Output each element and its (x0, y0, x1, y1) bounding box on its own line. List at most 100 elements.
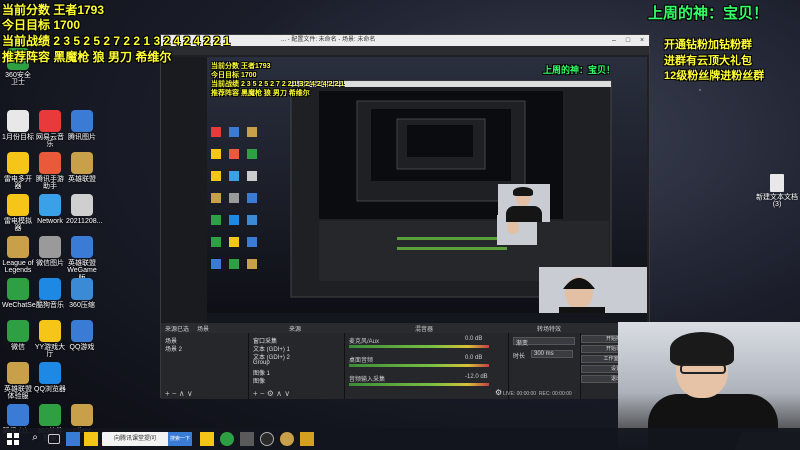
desktop-icon-label: 腾讯手游助手 (36, 176, 64, 191)
no-source-label: 来源已选 (165, 327, 190, 333)
app-icon (7, 110, 29, 132)
overlay-promo-1: 开通钻粉加钻粉群 (664, 39, 752, 51)
app-icon (71, 278, 93, 300)
desktop-icon[interactable]: 腾讯图片 (66, 110, 98, 141)
source-item[interactable]: 图像 (253, 376, 265, 385)
app-icon (39, 152, 61, 174)
minimize-icon[interactable]: – (607, 35, 621, 46)
desktop-icon[interactable]: 1月份目标 (2, 110, 34, 141)
app-icon (7, 152, 29, 174)
app-icon (71, 404, 93, 426)
app-icon (71, 110, 93, 132)
app-icon[interactable] (240, 432, 254, 446)
mixer-db: -12.0 dB (465, 374, 488, 380)
mixer-meter (349, 383, 489, 386)
desktop-icon-label: 酷狗音乐 (36, 302, 64, 309)
overlay-god: 上周的神：宝贝！ (648, 4, 769, 22)
duration-input[interactable]: 300 ms (531, 350, 573, 358)
mixer-track-label: 音频输入采集 (349, 377, 386, 383)
close-icon[interactable]: × (635, 35, 649, 46)
desktop-icon[interactable]: Network (34, 194, 66, 225)
mixer-db: 0.0 dB (465, 336, 483, 342)
desktop-icon[interactable]: 360压缩 (66, 278, 98, 309)
search-icon[interactable]: ⌕ (28, 432, 42, 446)
desktop-icon[interactable]: League of Legends (2, 236, 34, 275)
wechat-icon[interactable] (220, 432, 234, 446)
desktop-icon[interactable]: 英雄联盟WeGame版 (66, 236, 98, 282)
desktop-icon-label: 雷电多开器 (4, 176, 32, 191)
preview-god: 上周的神：宝贝！ (543, 65, 616, 75)
desktop-icon[interactable]: 微信图片 (34, 236, 66, 267)
app-icon (39, 404, 61, 426)
obs-title: ... - 配置文件: 未命名 - 场景: 未命名 (281, 37, 376, 43)
sources-dock: 窗口采集 文本 (GDI+) 1 文本 (GDI+) 2 Group 图像 1 … (249, 333, 345, 399)
transitions-dock: 渐变 时长 300 ms (509, 333, 581, 399)
sources-title: 来源 (289, 327, 302, 333)
obs-icon[interactable] (260, 432, 274, 446)
desktop-icon[interactable]: 20211208... (66, 194, 103, 225)
desktop-icon-label: 英雄联盟 (68, 176, 96, 183)
desktop-icon-new-text[interactable]: 新建文本文档 (3) (754, 174, 800, 209)
search-input[interactable]: 向腾讯课堂提问 搜索一下 (102, 432, 192, 446)
mixer-title: 混音器 (415, 327, 434, 333)
transition-select[interactable]: 渐变 (513, 337, 575, 347)
desktop-icon[interactable]: 英雄联盟 (66, 152, 98, 183)
desktop-icon[interactable]: 网易云音乐 (34, 110, 66, 149)
mixer-track-label: 麦克风/Aux (349, 339, 380, 345)
maximize-icon[interactable]: □ (621, 35, 635, 46)
scene-controls[interactable]: + − ∧ ∨ (165, 389, 193, 398)
overlay-target: 今日目标 1700 (2, 18, 81, 32)
edge-icon[interactable] (66, 432, 80, 446)
desktop-icon-label: 360安全卫士 (5, 72, 31, 87)
source-controls[interactable]: + − ⚙ ∧ ∨ (253, 389, 290, 398)
desktop-icon-label: 网易云音乐 (36, 134, 64, 149)
desktop-icon-label: 英雄联盟体验服 (4, 386, 32, 401)
desktop-icon-label: QQ游戏 (69, 344, 95, 351)
explorer-icon[interactable] (84, 432, 98, 446)
desktop-icon[interactable]: QQ游戏 (66, 320, 98, 351)
duration-label: 时长 (513, 354, 526, 360)
app-icon (7, 194, 29, 216)
desktop-icon-label: 微信图片 (36, 260, 64, 267)
desktop-icon[interactable]: 雷电多开器 (2, 152, 34, 191)
app-icon (71, 236, 93, 258)
app-icon (71, 152, 93, 174)
desktop-icon[interactable]: 英雄联盟体验服 (2, 362, 34, 401)
desktop-icon[interactable]: 雷电模拟器 (2, 194, 34, 233)
app-icon (7, 236, 29, 258)
scene-item[interactable]: 场景 2 (165, 344, 182, 353)
app-icon (7, 320, 29, 342)
search-button[interactable]: 搜索一下 (168, 432, 192, 446)
obs-preview[interactable]: 当前分数 王者1793 今日目标 1700 当前战绩 2 3 5 2 5 2 7… (207, 57, 647, 325)
scenes-dock: 场景 场景 2 + − ∧ ∨ (161, 333, 249, 399)
preview-recommend: 推荐阵容 黑魔枪 狼 男刀 希维尔 (211, 90, 310, 97)
desktop-icon[interactable]: 微信 (2, 320, 34, 351)
overlay-promo-3: 12级粉丝牌进粉丝群 (664, 70, 765, 82)
start-icon[interactable] (6, 432, 20, 446)
obs-left-strip (161, 57, 207, 325)
mixer-meter (349, 345, 489, 348)
source-item[interactable]: Group (253, 360, 270, 366)
obs-titlebar: ... - 配置文件: 未命名 - 场景: 未命名 – □ × (161, 35, 649, 46)
task-view-icon[interactable] (48, 434, 60, 444)
overlay-recommend: 推荐阵容 黑魔枪 狼 男刀 希维尔 (2, 50, 172, 64)
app-icon (39, 236, 61, 258)
mixer-meter (349, 364, 489, 367)
desktop-icon-label: Network (37, 218, 63, 225)
webcam-preview-small (498, 184, 550, 222)
app2-icon[interactable] (300, 432, 314, 446)
app-icon (39, 320, 61, 342)
mixer-settings-icon[interactable]: ⚙ (495, 388, 502, 397)
desktop-icon[interactable]: WeChatSe... (2, 278, 42, 309)
desktop-icon[interactable]: YY游戏大厅 (34, 320, 66, 359)
folder-icon[interactable] (200, 432, 214, 446)
desktop-icon-label: 20211208... (66, 218, 103, 225)
status-rec: REC: 00:00:00 (538, 391, 572, 397)
desktop-icon-label: WeChatSe... (2, 302, 42, 309)
desktop-icon[interactable]: 腾讯手游助手 (34, 152, 66, 191)
desktop-icon-label: 微信 (11, 344, 25, 351)
app-icon (71, 194, 93, 216)
lol-icon[interactable] (280, 432, 294, 446)
desktop-icon[interactable]: 酷狗音乐 (34, 278, 66, 309)
desktop-icon[interactable]: QQ浏览器 (34, 362, 66, 393)
